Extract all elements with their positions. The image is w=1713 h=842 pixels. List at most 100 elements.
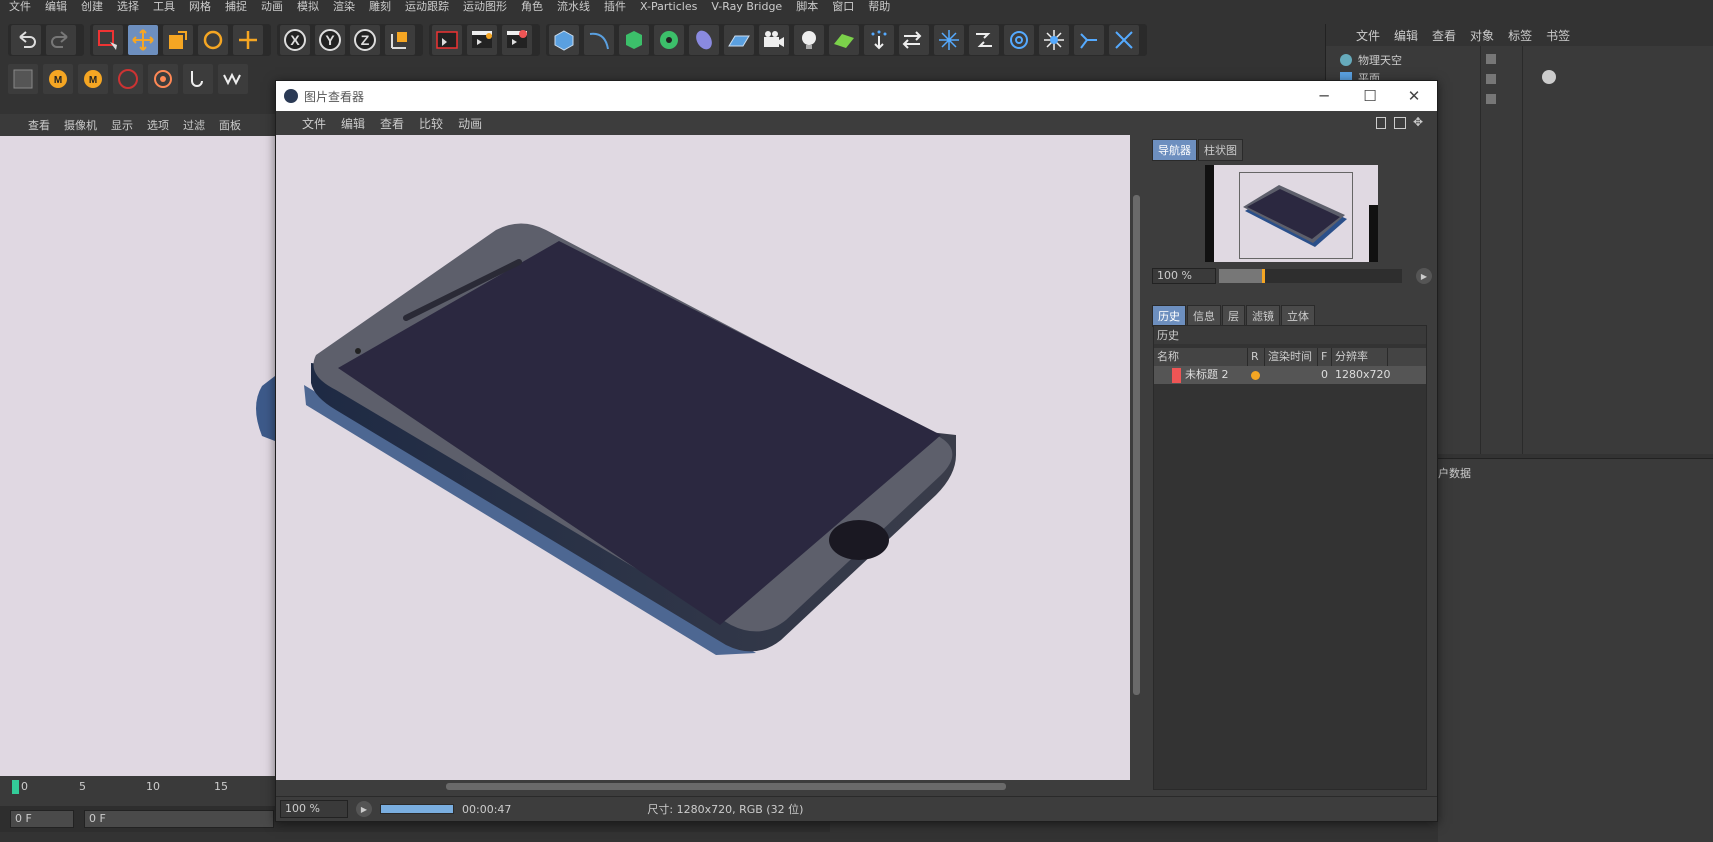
- plugin-d-button[interactable]: [148, 64, 178, 94]
- menu-create[interactable]: 创建: [81, 0, 103, 14]
- maximize-button[interactable]: ☐: [1347, 81, 1393, 111]
- tab-navigator[interactable]: 导航器: [1152, 139, 1197, 161]
- zoom-slider-handle[interactable]: [1262, 269, 1265, 283]
- check-icon[interactable]: [1486, 54, 1496, 64]
- menu-snap[interactable]: 捕捉: [225, 0, 247, 14]
- menu-animate[interactable]: 动画: [261, 0, 283, 14]
- floor-button[interactable]: [724, 25, 754, 55]
- menu-file[interactable]: 文件: [9, 0, 31, 14]
- tab-histogram[interactable]: 柱状图: [1198, 139, 1243, 161]
- plugin-c-button[interactable]: [113, 64, 143, 94]
- material-button[interactable]: [829, 25, 859, 55]
- tab-history[interactable]: 历史: [1152, 305, 1186, 327]
- horizontal-scroll-thumb[interactable]: [446, 783, 1006, 790]
- plugin-e-button[interactable]: [183, 64, 213, 94]
- history-row[interactable]: 未标题 2 0 1280x720: [1154, 366, 1426, 384]
- xp-flow-button[interactable]: [969, 25, 999, 55]
- grid-tool-button[interactable]: [8, 64, 38, 94]
- xp-kill-button[interactable]: [1109, 25, 1139, 55]
- current-frame-field[interactable]: 0 F: [84, 810, 274, 828]
- xp-explode-button[interactable]: [934, 25, 964, 55]
- horizontal-scrollbar[interactable]: [276, 780, 1130, 794]
- layout-icon[interactable]: [1376, 117, 1386, 129]
- viewport-menu-display[interactable]: 显示: [111, 117, 133, 133]
- x-axis-button[interactable]: X: [280, 25, 310, 55]
- xp-burst-button[interactable]: [1039, 25, 1069, 55]
- tab-layers[interactable]: 层: [1222, 305, 1245, 327]
- minimize-button[interactable]: ─: [1301, 81, 1347, 111]
- xp-branch-button[interactable]: [1074, 25, 1104, 55]
- status-play-button[interactable]: ▶: [356, 801, 372, 817]
- close-button[interactable]: ✕: [1391, 81, 1437, 111]
- viewer-titlebar[interactable]: 图片查看器 ─ ☐ ✕: [276, 81, 1437, 111]
- viewer-menu-animation[interactable]: 动画: [458, 115, 482, 132]
- check-icon-2[interactable]: [1486, 74, 1496, 84]
- generator-button[interactable]: [619, 25, 649, 55]
- column-frame[interactable]: F: [1318, 348, 1332, 366]
- move-button[interactable]: [128, 25, 158, 55]
- column-render[interactable]: R: [1248, 348, 1265, 366]
- menu-sculpt[interactable]: 雕刻: [369, 0, 391, 14]
- viewport-menu-panel[interactable]: 面板: [219, 117, 241, 133]
- menu-tools[interactable]: 工具: [153, 0, 175, 14]
- xp-vortex-button[interactable]: [1004, 25, 1034, 55]
- menu-vray-bridge[interactable]: V-Ray Bridge: [711, 0, 782, 14]
- redo-button[interactable]: [46, 25, 76, 55]
- viewport-menu-options[interactable]: 选项: [147, 117, 169, 133]
- vertical-scrollbar[interactable]: [1130, 135, 1143, 780]
- menu-mesh[interactable]: 网格: [189, 0, 211, 14]
- playhead[interactable]: [12, 780, 19, 794]
- column-resolution[interactable]: 分辨率: [1332, 348, 1388, 366]
- render-view-button[interactable]: [432, 25, 462, 55]
- timeline[interactable]: 0 5 10 15: [0, 776, 275, 806]
- z-axis-button[interactable]: Z: [350, 25, 380, 55]
- obj-menu-objects[interactable]: 对象: [1470, 27, 1494, 44]
- object-row-sky[interactable]: 物理天空: [1340, 51, 1402, 69]
- obj-menu-bookmarks[interactable]: 书签: [1546, 27, 1570, 44]
- plugin-b-button[interactable]: M: [78, 64, 108, 94]
- column-render-time[interactable]: 渲染时间: [1265, 348, 1318, 366]
- menu-window[interactable]: 窗口: [832, 0, 854, 14]
- obj-menu-file[interactable]: 文件: [1356, 27, 1380, 44]
- menu-script[interactable]: 脚本: [796, 0, 818, 14]
- navigator-zoom-field[interactable]: 100 %: [1152, 268, 1216, 284]
- mograph-button[interactable]: [654, 25, 684, 55]
- menu-mograph[interactable]: 运动图形: [463, 0, 507, 14]
- rotate-button[interactable]: [198, 25, 228, 55]
- light-button[interactable]: [794, 25, 824, 55]
- plugin-f-button[interactable]: [218, 64, 248, 94]
- viewport-menu-view[interactable]: 查看: [28, 117, 50, 133]
- viewport-menu-filter[interactable]: 过滤: [183, 117, 205, 133]
- status-zoom-field[interactable]: 100 %: [280, 800, 348, 818]
- coordinate-system-button[interactable]: [385, 25, 415, 55]
- column-name[interactable]: 名称: [1154, 348, 1248, 366]
- render-settings-button[interactable]: [502, 25, 532, 55]
- navigator-zoom-slider[interactable]: [1219, 269, 1402, 283]
- start-frame-field[interactable]: 0 F: [10, 810, 74, 828]
- check-icon-3[interactable]: [1486, 94, 1496, 104]
- obj-menu-tags[interactable]: 标签: [1508, 27, 1532, 44]
- menu-help[interactable]: 帮助: [868, 0, 890, 14]
- rendered-image[interactable]: [276, 135, 1130, 780]
- undo-button[interactable]: [11, 25, 41, 55]
- menu-x-particles[interactable]: X-Particles: [640, 0, 697, 14]
- scale-button[interactable]: [163, 25, 193, 55]
- tab-info[interactable]: 信息: [1187, 305, 1221, 327]
- obj-menu-edit[interactable]: 编辑: [1394, 27, 1418, 44]
- transform-button[interactable]: [233, 25, 263, 55]
- cube-button[interactable]: [549, 25, 579, 55]
- plugin-a-button[interactable]: M: [43, 64, 73, 94]
- menu-select[interactable]: 选择: [117, 0, 139, 14]
- live-select-button[interactable]: [93, 25, 123, 55]
- y-axis-button[interactable]: Y: [315, 25, 345, 55]
- menu-pipeline[interactable]: 流水线: [557, 0, 590, 14]
- viewport-menu-camera[interactable]: 摄像机: [64, 117, 97, 133]
- spline-button[interactable]: [584, 25, 614, 55]
- navigator-thumbnail[interactable]: [1205, 165, 1378, 262]
- viewer-menu-edit[interactable]: 编辑: [341, 115, 365, 132]
- menu-edit[interactable]: 编辑: [45, 0, 67, 14]
- new-panel-icon[interactable]: [1394, 117, 1406, 129]
- vertical-scroll-thumb[interactable]: [1133, 195, 1140, 695]
- menu-character[interactable]: 角色: [521, 0, 543, 14]
- viewer-menu-compare[interactable]: 比较: [419, 115, 443, 132]
